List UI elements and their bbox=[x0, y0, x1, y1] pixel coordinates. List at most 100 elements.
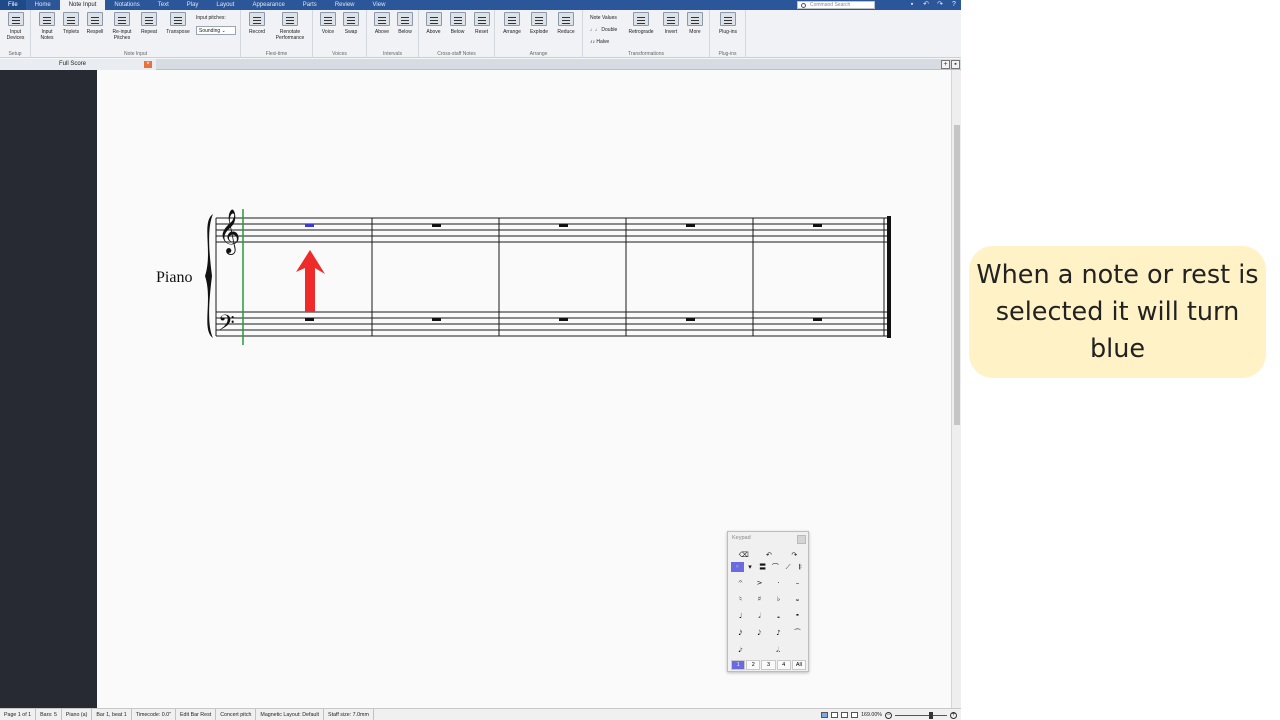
keypad-close-button[interactable] bbox=[797, 535, 806, 544]
tab-parts[interactable]: Parts bbox=[294, 0, 326, 10]
zoom-out-icon[interactable]: − bbox=[885, 711, 892, 719]
tab-view[interactable]: View bbox=[364, 0, 395, 10]
scrollbar-thumb[interactable] bbox=[954, 125, 960, 425]
scroll-view-icon[interactable] bbox=[851, 712, 859, 718]
plug-ins-button[interactable]: Plug-ins bbox=[714, 12, 742, 35]
voice-button[interactable]: Voice bbox=[317, 12, 339, 35]
tie-icon[interactable]: ⁀ bbox=[788, 626, 807, 640]
tab-notations[interactable]: Notations bbox=[105, 0, 148, 10]
transpose-icon bbox=[170, 12, 186, 26]
sharp-icon[interactable]: ♯ bbox=[750, 592, 769, 606]
keypad-tab-2[interactable]: 2 bbox=[746, 660, 761, 670]
galley-view-icon[interactable] bbox=[831, 712, 839, 718]
sixteenth-note-icon[interactable]: 𝅘𝅥𝅯 bbox=[731, 626, 750, 640]
double-sharp-icon[interactable]: 𝄪 bbox=[788, 592, 807, 606]
redo-icon[interactable]: ↷ bbox=[782, 550, 807, 560]
note-values-label: Note Values bbox=[590, 15, 617, 21]
page-view-icon[interactable] bbox=[821, 712, 829, 718]
tab-layout[interactable]: Layout bbox=[207, 0, 243, 10]
tenuto-line-icon[interactable]: – bbox=[788, 576, 807, 589]
double-button[interactable]: ♩♩ Double bbox=[590, 27, 617, 33]
cross-staff-above-button[interactable]: Above bbox=[422, 12, 445, 35]
score-canvas[interactable]: 𝄞 𝄢 bbox=[97, 70, 951, 708]
whole-note-icon[interactable]: 𝅝 bbox=[769, 609, 788, 623]
eighth-note-icon[interactable]: ♪ bbox=[769, 626, 788, 640]
keypad-tab-3[interactable]: 3 bbox=[761, 660, 776, 670]
search-icon bbox=[801, 3, 806, 8]
natural-icon[interactable]: ♮ bbox=[731, 592, 750, 606]
renotate-performance-button[interactable]: Renotate Performance bbox=[271, 12, 309, 41]
cross-staff-below-button[interactable]: Below bbox=[446, 12, 469, 35]
tab-text[interactable]: Text bbox=[149, 0, 178, 10]
bass-staff bbox=[216, 311, 888, 337]
split-view-icon[interactable]: ▪ bbox=[951, 60, 960, 69]
explode-button[interactable]: Explode bbox=[526, 12, 552, 35]
half-note-icon[interactable]: 𝅗𝅥 bbox=[750, 609, 769, 623]
staccato-icon[interactable]: ▾ bbox=[744, 562, 757, 572]
zoom-slider[interactable] bbox=[895, 712, 947, 719]
reduce-button[interactable]: Reduce bbox=[553, 12, 579, 35]
invert-button[interactable]: Invert bbox=[659, 12, 683, 35]
swap-button[interactable]: Swap bbox=[340, 12, 362, 35]
delete-icon[interactable]: ⌫ bbox=[731, 550, 756, 560]
cross-staff-reset-button[interactable]: Reset bbox=[470, 12, 493, 35]
command-search-input[interactable]: Command Search bbox=[797, 1, 875, 9]
vertical-scrollbar[interactable] bbox=[951, 70, 961, 708]
tab-note-input[interactable]: Note Input bbox=[59, 0, 106, 10]
record-button[interactable]: Record bbox=[244, 12, 270, 35]
rest-icon[interactable]: 𝅘𝅥𝄾 bbox=[731, 643, 750, 657]
score-view[interactable]: 𝄞 𝄢 bbox=[97, 70, 951, 708]
fermata-icon[interactable]: 𝄐 bbox=[731, 576, 750, 589]
staccato-dot-icon[interactable]: · bbox=[769, 576, 788, 589]
help-icon[interactable]: ? bbox=[949, 1, 959, 9]
close-icon[interactable]: × bbox=[144, 61, 152, 68]
more-button[interactable]: More bbox=[684, 12, 706, 35]
undo-icon[interactable]: ↶ bbox=[921, 1, 931, 9]
save-icon[interactable]: ▪ bbox=[907, 1, 917, 9]
interval-below-button[interactable]: Below bbox=[394, 12, 416, 35]
repeat-button[interactable]: Repeat bbox=[137, 12, 161, 35]
retrograde-button[interactable]: Retrograde bbox=[625, 12, 657, 35]
keypad-tab-4[interactable]: 4 bbox=[776, 660, 791, 670]
group-label: Arrange bbox=[529, 51, 548, 57]
reinput-pitches-button[interactable]: Re-input Pitches bbox=[108, 12, 136, 41]
input-notes-button[interactable]: Input Notes bbox=[35, 12, 59, 41]
tab-file[interactable]: File bbox=[0, 0, 26, 10]
magnetic-layout-toggle[interactable]: Magnetic Layout: Default bbox=[256, 708, 325, 720]
bar-rest bbox=[686, 318, 695, 321]
tab-full-score[interactable]: Full Score × bbox=[0, 59, 156, 70]
input-devices-button[interactable]: Input Devices bbox=[3, 12, 28, 41]
tab-home[interactable]: Home bbox=[26, 0, 60, 10]
triplets-button[interactable]: Triplets bbox=[59, 12, 83, 35]
slur-icon[interactable]: ◦ bbox=[731, 562, 744, 572]
halve-button[interactable]: ♪♪ Halve bbox=[590, 39, 609, 45]
eighth-note-icon[interactable]: 𝅘𝅥𝅮 bbox=[750, 626, 769, 640]
accent-icon[interactable]: > bbox=[750, 576, 769, 589]
keypad-tab-all[interactable]: All bbox=[791, 660, 807, 670]
repeat-icon[interactable]: 𝄆 bbox=[794, 562, 807, 572]
undo-icon[interactable]: ↶ bbox=[756, 550, 781, 560]
dotted-note-icon[interactable]: 𝅗𝅥. bbox=[769, 643, 788, 657]
input-pitches-select[interactable]: Sounding ⌄ bbox=[196, 26, 236, 35]
concert-pitch-toggle[interactable]: Concert pitch bbox=[216, 708, 257, 720]
spread-view-icon[interactable] bbox=[841, 712, 849, 718]
tenuto-icon[interactable]: 〓 bbox=[756, 562, 769, 572]
interval-above-button[interactable]: Above bbox=[371, 12, 393, 35]
tremolo-icon[interactable]: ⟋ bbox=[782, 562, 795, 572]
bar-rest bbox=[432, 224, 441, 227]
flat-icon[interactable]: ♭ bbox=[769, 592, 788, 606]
tab-review[interactable]: Review bbox=[326, 0, 364, 10]
keypad-tab-1[interactable]: 1 bbox=[731, 660, 746, 670]
quarter-note-icon[interactable]: ♩ bbox=[731, 609, 750, 623]
zoom-in-icon[interactable]: + bbox=[950, 711, 957, 719]
transpose-button[interactable]: Transpose bbox=[162, 12, 194, 35]
respell-button[interactable]: Respell bbox=[83, 12, 107, 35]
arrange-button[interactable]: Arrange bbox=[499, 12, 525, 35]
redo-icon[interactable]: ↷ bbox=[935, 1, 945, 9]
renotate-icon bbox=[282, 12, 298, 26]
breve-icon[interactable]: 𝄺 bbox=[788, 609, 807, 623]
tab-play[interactable]: Play bbox=[178, 0, 208, 10]
add-tab-icon[interactable]: + bbox=[941, 60, 950, 69]
tab-appearance[interactable]: Appearance bbox=[243, 0, 293, 10]
fermata-icon[interactable]: ⌒ bbox=[769, 562, 782, 572]
